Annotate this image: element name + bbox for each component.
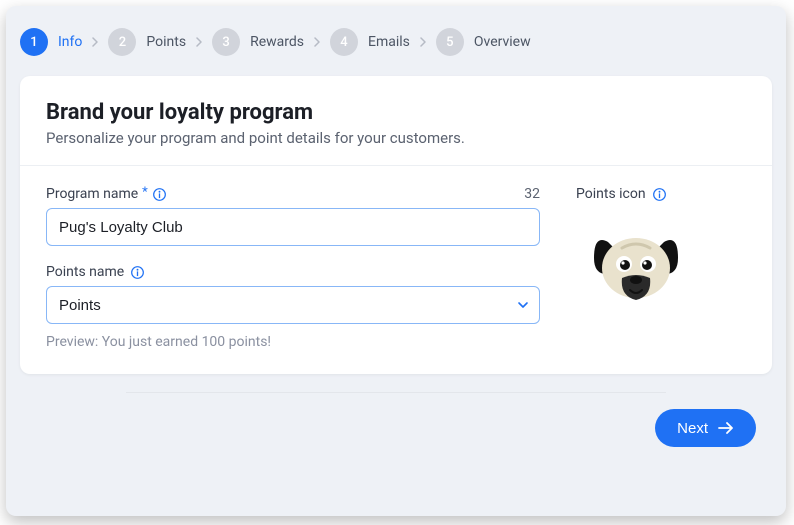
points-icon-label-row: Points icon — [576, 186, 746, 202]
step-number: 4 — [330, 28, 358, 56]
chevron-right-icon — [192, 37, 206, 47]
points-icon-preview[interactable] — [576, 212, 696, 312]
next-button[interactable]: Next — [655, 409, 756, 447]
step-label: Points — [146, 34, 186, 50]
step-number: 2 — [108, 28, 136, 56]
info-icon[interactable] — [130, 265, 145, 280]
step-number: 1 — [20, 28, 48, 56]
step-label: Emails — [368, 34, 410, 50]
step-rewards[interactable]: 3 Rewards — [212, 28, 304, 56]
chevron-right-icon — [416, 37, 430, 47]
form-right-column: Points icon — [576, 186, 746, 350]
stepper: 1 Info 2 Points 3 Rewards 4 Emails 5 O — [6, 28, 786, 76]
char-counter: 32 — [524, 186, 540, 202]
step-label: Info — [58, 34, 82, 50]
points-name-label: Points name — [46, 264, 124, 280]
points-name-label-row: Points name — [46, 264, 540, 280]
footer: Next — [6, 393, 786, 447]
points-name-select-wrap — [46, 286, 540, 324]
points-name-select[interactable] — [46, 286, 540, 324]
chevron-right-icon — [88, 37, 102, 47]
step-points[interactable]: 2 Points — [108, 28, 186, 56]
step-info[interactable]: 1 Info — [20, 28, 82, 56]
required-asterisk: * — [142, 185, 148, 200]
card-subtitle: Personalize your program and point detai… — [46, 129, 746, 147]
step-label: Overview — [474, 34, 531, 50]
step-number: 3 — [212, 28, 240, 56]
next-button-label: Next — [677, 420, 708, 437]
form-left-column: Program name * 32 Points name — [46, 186, 540, 350]
program-name-label: Program name — [46, 186, 138, 202]
form-card: Brand your loyalty program Personalize y… — [20, 76, 772, 374]
step-number: 5 — [436, 28, 464, 56]
card-body: Program name * 32 Points name — [20, 166, 772, 374]
program-name-label-row: Program name * 32 — [46, 186, 540, 202]
card-header: Brand your loyalty program Personalize y… — [20, 76, 772, 166]
card-title: Brand your loyalty program — [46, 100, 746, 125]
preview-text: Preview: You just earned 100 points! — [46, 334, 540, 350]
info-icon[interactable] — [152, 187, 167, 202]
points-icon-label: Points icon — [576, 186, 646, 202]
info-icon[interactable] — [652, 187, 667, 202]
step-label: Rewards — [250, 34, 304, 50]
wizard-container: 1 Info 2 Points 3 Rewards 4 Emails 5 O — [6, 6, 786, 516]
program-name-input[interactable] — [46, 208, 540, 246]
step-emails[interactable]: 4 Emails — [330, 28, 410, 56]
arrow-right-icon — [718, 422, 734, 434]
chevron-right-icon — [310, 37, 324, 47]
step-overview[interactable]: 5 Overview — [436, 28, 531, 56]
